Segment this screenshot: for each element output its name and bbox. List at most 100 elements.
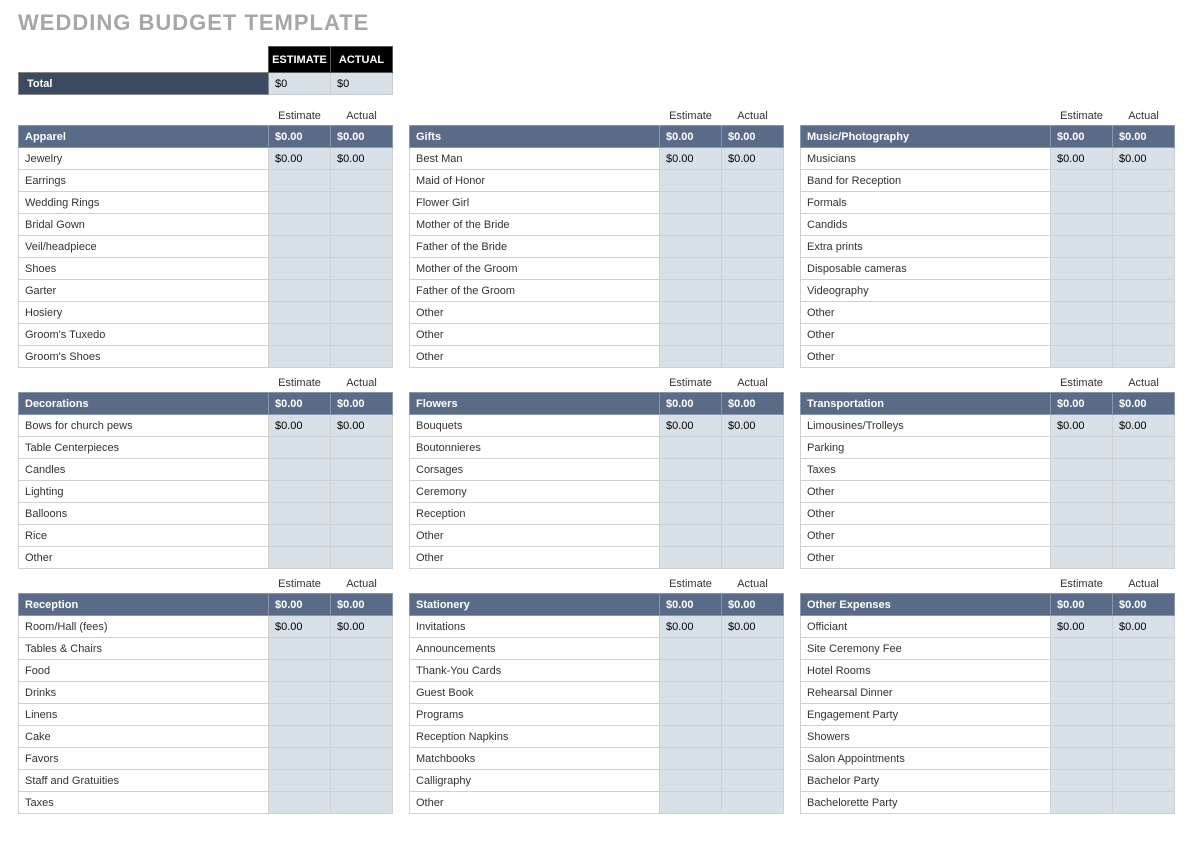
row-estimate[interactable] xyxy=(660,346,722,368)
row-actual[interactable]: $0.00 xyxy=(331,616,393,638)
row-actual[interactable] xyxy=(331,638,393,660)
row-estimate[interactable]: $0.00 xyxy=(660,148,722,170)
row-actual[interactable] xyxy=(722,525,784,547)
row-actual[interactable] xyxy=(722,258,784,280)
row-estimate[interactable] xyxy=(1051,459,1113,481)
row-actual[interactable] xyxy=(331,437,393,459)
category-actual[interactable]: $0.00 xyxy=(331,393,393,415)
row-label[interactable]: Band for Reception xyxy=(801,170,1051,192)
row-estimate[interactable] xyxy=(660,214,722,236)
row-estimate[interactable] xyxy=(269,236,331,258)
row-estimate[interactable] xyxy=(660,324,722,346)
row-estimate[interactable] xyxy=(1051,704,1113,726)
category-actual[interactable]: $0.00 xyxy=(722,126,784,148)
row-estimate[interactable] xyxy=(269,792,331,814)
row-actual[interactable] xyxy=(722,481,784,503)
row-label[interactable]: Candles xyxy=(19,459,269,481)
row-actual[interactable] xyxy=(1113,547,1175,569)
summary-total-estimate[interactable]: $0 xyxy=(269,73,331,95)
row-estimate[interactable] xyxy=(269,346,331,368)
category-estimate[interactable]: $0.00 xyxy=(1051,126,1113,148)
row-label[interactable]: Programs xyxy=(410,704,660,726)
row-label[interactable]: Other xyxy=(801,346,1051,368)
row-actual[interactable] xyxy=(1113,704,1175,726)
row-actual[interactable] xyxy=(331,748,393,770)
row-label[interactable]: Reception Napkins xyxy=(410,726,660,748)
row-actual[interactable] xyxy=(1113,280,1175,302)
row-label[interactable]: Other xyxy=(410,324,660,346)
row-label[interactable]: Table Centerpieces xyxy=(19,437,269,459)
row-label[interactable]: Tables & Chairs xyxy=(19,638,269,660)
row-estimate[interactable] xyxy=(269,459,331,481)
row-label[interactable]: Other xyxy=(801,525,1051,547)
row-estimate[interactable] xyxy=(660,682,722,704)
row-estimate[interactable] xyxy=(1051,192,1113,214)
row-actual[interactable] xyxy=(722,503,784,525)
row-estimate[interactable] xyxy=(660,547,722,569)
row-label[interactable]: Site Ceremony Fee xyxy=(801,638,1051,660)
row-label[interactable]: Hotel Rooms xyxy=(801,660,1051,682)
row-estimate[interactable] xyxy=(269,726,331,748)
row-estimate[interactable] xyxy=(1051,547,1113,569)
row-actual[interactable] xyxy=(722,170,784,192)
row-estimate[interactable] xyxy=(660,481,722,503)
row-label[interactable]: Formals xyxy=(801,192,1051,214)
row-label[interactable]: Announcements xyxy=(410,638,660,660)
row-estimate[interactable]: $0.00 xyxy=(660,415,722,437)
row-label[interactable]: Linens xyxy=(19,704,269,726)
row-actual[interactable] xyxy=(331,280,393,302)
row-estimate[interactable] xyxy=(1051,792,1113,814)
row-estimate[interactable] xyxy=(660,170,722,192)
row-actual[interactable] xyxy=(331,660,393,682)
category-estimate[interactable]: $0.00 xyxy=(269,594,331,616)
row-label[interactable]: Disposable cameras xyxy=(801,258,1051,280)
row-estimate[interactable] xyxy=(660,770,722,792)
row-label[interactable]: Other xyxy=(410,302,660,324)
row-actual[interactable] xyxy=(1113,214,1175,236)
row-actual[interactable] xyxy=(1113,302,1175,324)
row-label[interactable]: Staff and Gratuities xyxy=(19,770,269,792)
category-actual[interactable]: $0.00 xyxy=(1113,393,1175,415)
row-estimate[interactable] xyxy=(269,547,331,569)
row-actual[interactable] xyxy=(722,192,784,214)
row-label[interactable]: Musicians xyxy=(801,148,1051,170)
row-label[interactable]: Other xyxy=(801,324,1051,346)
row-estimate[interactable] xyxy=(1051,280,1113,302)
row-actual[interactable] xyxy=(331,214,393,236)
row-estimate[interactable] xyxy=(269,302,331,324)
row-label[interactable]: Flower Girl xyxy=(410,192,660,214)
category-estimate[interactable]: $0.00 xyxy=(660,393,722,415)
row-actual[interactable] xyxy=(331,170,393,192)
row-label[interactable]: Candids xyxy=(801,214,1051,236)
category-estimate[interactable]: $0.00 xyxy=(660,126,722,148)
row-label[interactable]: Officiant xyxy=(801,616,1051,638)
row-label[interactable]: Videography xyxy=(801,280,1051,302)
row-actual[interactable] xyxy=(331,770,393,792)
row-estimate[interactable] xyxy=(269,192,331,214)
row-label[interactable]: Food xyxy=(19,660,269,682)
row-estimate[interactable] xyxy=(1051,660,1113,682)
row-actual[interactable]: $0.00 xyxy=(722,616,784,638)
row-actual[interactable] xyxy=(331,792,393,814)
row-actual[interactable] xyxy=(1113,682,1175,704)
row-label[interactable]: Earrings xyxy=(19,170,269,192)
row-estimate[interactable] xyxy=(269,280,331,302)
row-actual[interactable] xyxy=(1113,792,1175,814)
row-estimate[interactable] xyxy=(269,170,331,192)
row-label[interactable]: Wedding Rings xyxy=(19,192,269,214)
row-label[interactable]: Other xyxy=(410,525,660,547)
row-estimate[interactable] xyxy=(1051,503,1113,525)
row-actual[interactable]: $0.00 xyxy=(722,415,784,437)
row-estimate[interactable] xyxy=(269,638,331,660)
row-actual[interactable] xyxy=(722,547,784,569)
row-actual[interactable] xyxy=(1113,459,1175,481)
row-actual[interactable] xyxy=(722,236,784,258)
row-label[interactable]: Bows for church pews xyxy=(19,415,269,437)
row-actual[interactable] xyxy=(722,346,784,368)
row-actual[interactable] xyxy=(331,459,393,481)
row-label[interactable]: Other xyxy=(410,547,660,569)
row-estimate[interactable]: $0.00 xyxy=(1051,415,1113,437)
row-label[interactable]: Ceremony xyxy=(410,481,660,503)
row-estimate[interactable] xyxy=(1051,525,1113,547)
row-estimate[interactable] xyxy=(1051,726,1113,748)
